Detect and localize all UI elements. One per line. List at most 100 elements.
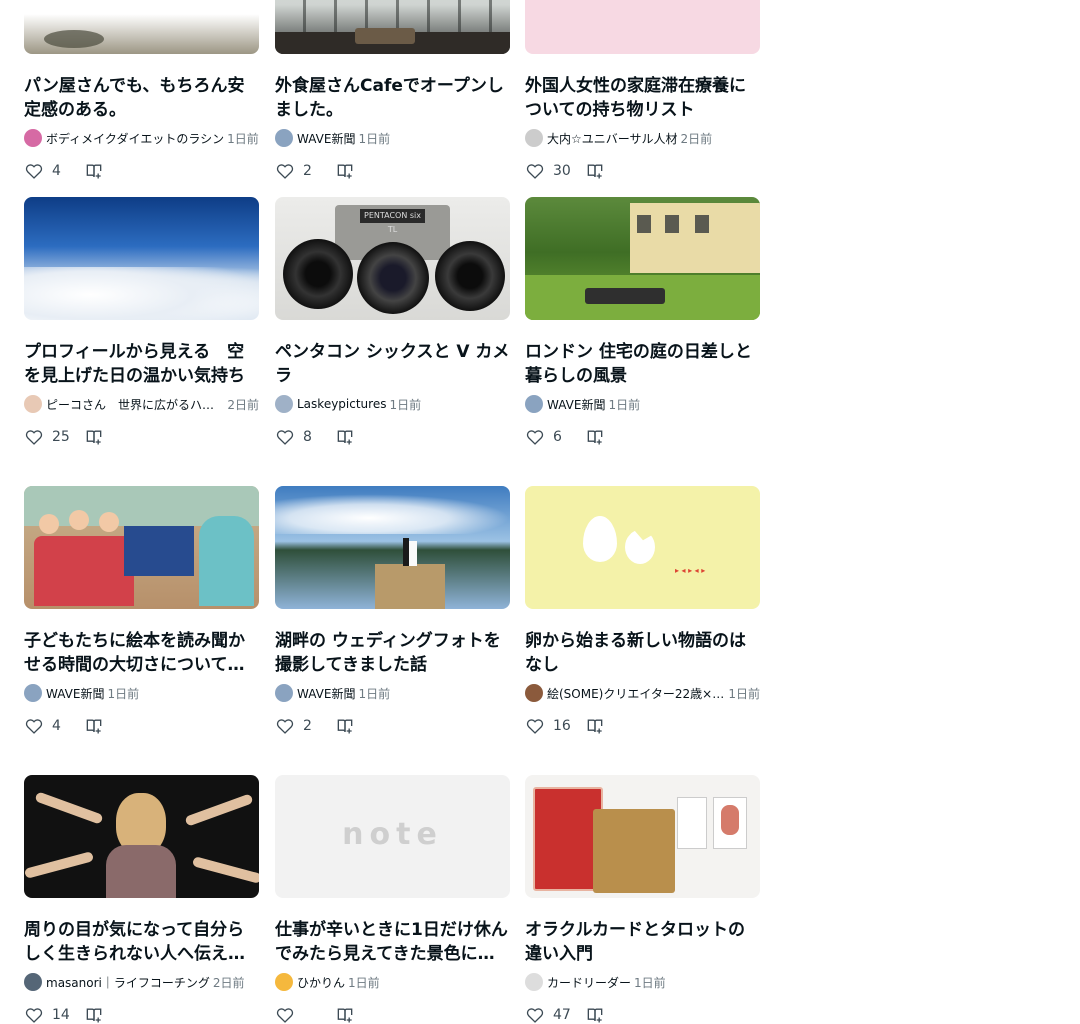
- add-to-magazine-button[interactable]: [84, 427, 104, 447]
- article-title[interactable]: パン屋さんでも、もちろん安定感のある。: [24, 74, 259, 122]
- magazine-add-icon[interactable]: [585, 716, 605, 736]
- magazine-add-icon[interactable]: [335, 1005, 355, 1024]
- article-card[interactable]: note 仕事が辛いときに1日だけ休んでみたら見えてきた景色についてひかりん1日前: [275, 775, 510, 1024]
- article-title[interactable]: 外国人女性の家庭滞在療養についての持ち物リスト: [525, 74, 760, 122]
- author-name[interactable]: ひかりん: [297, 974, 345, 991]
- heart-icon[interactable]: [525, 427, 545, 447]
- magazine-add-icon[interactable]: [84, 716, 104, 736]
- author-name[interactable]: Laskeypictures: [297, 397, 386, 411]
- article-card[interactable]: ▸ ◂ ▸ ◂ ▸ 卵から始まる新しい物語のはなし 絵(SOME)クリエイター22歳…: [525, 486, 760, 738]
- heart-icon[interactable]: [275, 716, 295, 736]
- magazine-add-icon[interactable]: [84, 1005, 104, 1024]
- magazine-add-icon[interactable]: [335, 161, 355, 181]
- like-button[interactable]: [275, 1005, 323, 1024]
- article-card[interactable]: 湖畔の ウェディングフォトを撮影してきました話 WAVE新聞 1日前 2: [275, 486, 510, 738]
- like-button[interactable]: 2: [275, 161, 323, 181]
- article-title[interactable]: 外食屋さんCafeでオープンしました。: [275, 74, 510, 122]
- magazine-add-icon[interactable]: [335, 716, 355, 736]
- article-thumbnail[interactable]: [275, 0, 510, 54]
- author-avatar[interactable]: [525, 684, 543, 702]
- heart-icon[interactable]: [24, 161, 44, 181]
- add-to-magazine-button[interactable]: [585, 161, 605, 181]
- article-card[interactable]: 外食屋さんCafeでオープンしました。 WAVE新聞 1日前 2: [275, 0, 510, 183]
- like-button[interactable]: 30: [525, 161, 573, 181]
- heart-icon[interactable]: [24, 1005, 44, 1024]
- author-avatar[interactable]: [275, 973, 293, 991]
- author-avatar[interactable]: [525, 129, 543, 147]
- article-thumbnail[interactable]: [24, 486, 259, 609]
- author-avatar[interactable]: [275, 129, 293, 147]
- article-card[interactable]: 周りの目が気になって自分らしく生きられない人へ伝えたいこと masanori｜ライ…: [24, 775, 259, 1024]
- add-to-magazine-button[interactable]: [84, 716, 104, 736]
- author-avatar[interactable]: [24, 973, 42, 991]
- article-card[interactable]: パン屋さんでも、もちろん安定感のある。 ボディメイクダイエットのラシン 1日前 4: [24, 0, 259, 183]
- like-button[interactable]: 4: [24, 716, 72, 736]
- author-avatar[interactable]: [275, 395, 293, 413]
- article-card[interactable]: 子どもたちに絵本を読み聞かせる時間の大切さについて考える WAVE新聞1日前 4: [24, 486, 259, 738]
- heart-icon[interactable]: [24, 427, 44, 447]
- author-name[interactable]: WAVE新聞: [297, 130, 355, 147]
- article-thumbnail[interactable]: [275, 486, 510, 609]
- like-button[interactable]: 8: [275, 427, 323, 447]
- magazine-add-icon[interactable]: [585, 161, 605, 181]
- article-title[interactable]: 子どもたちに絵本を読み聞かせる時間の大切さについて考える: [24, 629, 259, 677]
- add-to-magazine-button[interactable]: [84, 1005, 104, 1024]
- author-avatar[interactable]: [24, 129, 42, 147]
- author-name[interactable]: ピーコさん 世界に広がるハート×大人の挑戦サポート: [46, 396, 224, 413]
- article-thumbnail[interactable]: [24, 197, 259, 320]
- like-button[interactable]: 14: [24, 1005, 72, 1024]
- article-card[interactable]: ロンドン 住宅の庭の日差しと暮らしの風景 WAVE新聞 1日前 6: [525, 197, 760, 449]
- author-name[interactable]: ボディメイクダイエットのラシン: [46, 130, 224, 147]
- author-avatar[interactable]: [525, 973, 543, 991]
- add-to-magazine-button[interactable]: [335, 427, 355, 447]
- magazine-add-icon[interactable]: [585, 1005, 605, 1024]
- heart-icon[interactable]: [275, 161, 295, 181]
- article-title[interactable]: ペンタコン シックスと V カメラ: [275, 340, 510, 388]
- author-name[interactable]: WAVE新聞: [46, 685, 104, 702]
- author-name[interactable]: WAVE新聞: [547, 396, 605, 413]
- add-to-magazine-button[interactable]: [585, 1005, 605, 1024]
- like-button[interactable]: 2: [275, 716, 323, 736]
- heart-icon[interactable]: [525, 1005, 545, 1024]
- like-button[interactable]: 25: [24, 427, 72, 447]
- article-thumbnail[interactable]: ▸ ◂ ▸ ◂ ▸: [525, 486, 760, 609]
- article-thumbnail[interactable]: [24, 775, 259, 898]
- author-name[interactable]: 大内☆ユニバーサル人材: [547, 130, 678, 147]
- magazine-add-icon[interactable]: [585, 427, 605, 447]
- article-card[interactable]: コロナ宿泊療養持ち物リスト外国人女性の家庭滞在療養についての持ち物リスト大内☆ユ…: [525, 0, 760, 183]
- author-name[interactable]: カードリーダー: [547, 974, 631, 991]
- like-button[interactable]: 16: [525, 716, 573, 736]
- article-title[interactable]: 周りの目が気になって自分らしく生きられない人へ伝えたいこと: [24, 918, 259, 966]
- add-to-magazine-button[interactable]: [335, 1005, 355, 1024]
- article-thumbnail[interactable]: [525, 197, 760, 320]
- article-title[interactable]: オラクルカードとタロットの違い入門: [525, 918, 760, 966]
- article-card[interactable]: PENTACON six TL ペンタコン シックスと V カメラ Laskeypi…: [275, 197, 510, 449]
- article-title[interactable]: ロンドン 住宅の庭の日差しと暮らしの風景: [525, 340, 760, 388]
- like-button[interactable]: 6: [525, 427, 573, 447]
- heart-icon[interactable]: [525, 161, 545, 181]
- author-name[interactable]: WAVE新聞: [297, 685, 355, 702]
- heart-icon[interactable]: [275, 427, 295, 447]
- add-to-magazine-button[interactable]: [335, 716, 355, 736]
- author-avatar[interactable]: [525, 395, 543, 413]
- article-title[interactable]: 湖畔の ウェディングフォトを撮影してきました話: [275, 629, 510, 677]
- article-thumbnail[interactable]: [24, 0, 259, 54]
- add-to-magazine-button[interactable]: [335, 161, 355, 181]
- add-to-magazine-button[interactable]: [585, 427, 605, 447]
- add-to-magazine-button[interactable]: [84, 161, 104, 181]
- magazine-add-icon[interactable]: [84, 161, 104, 181]
- article-thumbnail[interactable]: [525, 775, 760, 898]
- author-avatar[interactable]: [24, 395, 42, 413]
- article-thumbnail[interactable]: コロナ宿泊療養持ち物リスト: [525, 0, 760, 54]
- article-card[interactable]: プロフィールから見える 空を見上げた日の温かい気持ち ピーコさん 世界に広がるハー…: [24, 197, 259, 449]
- magazine-add-icon[interactable]: [335, 427, 355, 447]
- like-button[interactable]: 47: [525, 1005, 573, 1024]
- article-title[interactable]: 卵から始まる新しい物語のはなし: [525, 629, 760, 677]
- author-avatar[interactable]: [24, 684, 42, 702]
- author-avatar[interactable]: [275, 684, 293, 702]
- article-thumbnail[interactable]: PENTACON six TL: [275, 197, 510, 320]
- add-to-magazine-button[interactable]: [585, 716, 605, 736]
- author-name[interactable]: masanori｜ライフコーチング: [46, 974, 210, 991]
- heart-icon[interactable]: [525, 716, 545, 736]
- heart-icon[interactable]: [275, 1005, 295, 1024]
